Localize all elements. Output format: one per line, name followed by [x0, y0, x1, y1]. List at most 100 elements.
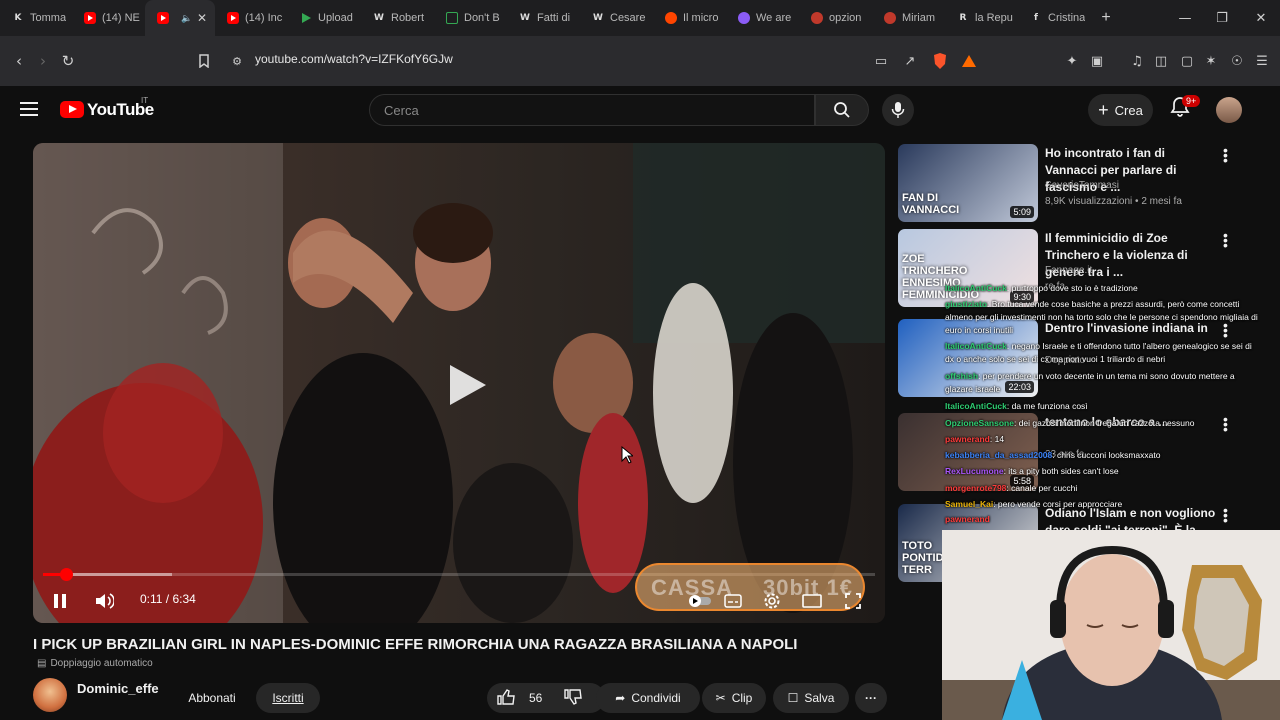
autoplay-toggle[interactable]	[688, 589, 712, 613]
restore-window-icon[interactable]: ❐	[1203, 0, 1241, 36]
close-tab-icon[interactable]: ✕	[197, 11, 207, 25]
browser-toolbar: ‹ › ↻ ⚙ youtube.com/watch?v=IZFKofY6GJw …	[0, 36, 1280, 86]
address-bar-url[interactable]: youtube.com/watch?v=IZFKofY6GJw	[255, 52, 453, 66]
more-options-icon[interactable]: • • •	[1223, 318, 1228, 342]
time-display: 0:11 / 6:34	[140, 592, 196, 606]
theater-mode-icon[interactable]	[800, 589, 824, 613]
browser-menu-icon[interactable]: ☰	[1251, 49, 1273, 73]
chat-username: OpzioneSansone	[945, 418, 1014, 428]
leo-ai-icon[interactable]: ✶	[1200, 49, 1222, 73]
chat-username: offshish	[945, 371, 979, 381]
recommendation-item[interactable]: ZOE TRINCHERO ENNESIMO FEMMINICIDIO 9:30 I…	[898, 228, 1238, 309]
bookmark-icon[interactable]	[192, 49, 216, 73]
recommendation-thumbnail[interactable]: ZOE TRINCHERO ENNESIMO FEMMINICIDIO 9:30	[898, 229, 1038, 307]
like-count: 56	[529, 691, 543, 705]
pause-icon[interactable]	[49, 589, 71, 613]
browser-tab[interactable]: W Cesare	[580, 0, 653, 36]
big-play-icon[interactable]	[442, 361, 490, 409]
chat-text: : canale per cucchi	[1006, 483, 1078, 493]
subscribed-button[interactable]: Iscritti	[256, 683, 320, 713]
channel-avatar[interactable]	[33, 678, 67, 712]
volume-icon[interactable]	[92, 589, 116, 613]
new-tab-button[interactable]: +	[1091, 9, 1121, 27]
minimize-window-icon[interactable]: —	[1166, 0, 1204, 36]
voice-search-button[interactable]	[882, 94, 914, 126]
reddit-favicon-icon	[665, 12, 677, 24]
chat-username: Samuel_Kai	[945, 499, 994, 509]
browser-tab[interactable]: Upload	[288, 0, 361, 36]
chat-text: almeno per gli investimenti non ha torto…	[945, 312, 1258, 322]
share-page-icon[interactable]: ↗	[899, 49, 921, 73]
yt-favicon-icon	[84, 12, 96, 24]
guide-menu-icon[interactable]	[20, 102, 38, 116]
browser-tab[interactable]: (14) Inc	[215, 0, 288, 36]
chat-message: almeno per gli investimenti non ha torto…	[945, 312, 1258, 322]
wallet-icon[interactable]: ▢	[1176, 49, 1198, 73]
youtube-logo-icon[interactable]	[60, 101, 84, 118]
join-button[interactable]: Abbonati	[177, 683, 247, 713]
chat-text: glazare israele	[945, 384, 1001, 394]
channel-name[interactable]: Dominic_effe	[77, 681, 159, 696]
subscribed-label: Iscritti	[272, 691, 304, 705]
dislike-icon[interactable]	[564, 688, 583, 708]
account-avatar[interactable]	[1216, 97, 1242, 123]
browser-tab[interactable]: W Robert	[361, 0, 434, 36]
clip-button[interactable]: ✂ Clip	[702, 683, 766, 713]
recommendation-title[interactable]: Dentro l'invasione indiana in	[1045, 320, 1220, 337]
browser-tab[interactable]: K Tomma	[0, 0, 72, 36]
share-label: Condividi	[631, 691, 681, 705]
share-button[interactable]: ➦ Condividi	[596, 683, 700, 713]
tab-audio-icon[interactable]: 🔈	[181, 13, 192, 24]
recommendation-thumbnail[interactable]: FAN DI VANNACCI 5:09	[898, 144, 1038, 222]
scissors-icon: ✂	[715, 691, 726, 705]
site-settings-icon[interactable]: ⚙	[225, 49, 249, 73]
chat-message: glazare israele	[945, 384, 1000, 394]
picture-in-picture-icon[interactable]: ▭	[870, 49, 892, 73]
fullscreen-icon[interactable]	[841, 589, 865, 613]
browser-tab[interactable]: W Fatti di	[507, 0, 580, 36]
notifications-badge: 9+	[1182, 95, 1201, 107]
recommendation-channel[interactable]: SaverioTommasi	[1045, 180, 1119, 191]
back-icon[interactable]: ‹	[7, 49, 31, 73]
like-icon[interactable]	[497, 688, 515, 708]
save-label: Salva	[804, 691, 835, 705]
chat-message: ItalicoAntiCuck: negano Israele e ti off…	[945, 341, 1252, 351]
vpn-icon[interactable]: ☉	[1226, 49, 1248, 73]
browser-tab[interactable]: 🔈 ✕	[145, 0, 215, 36]
brave-shields-icon[interactable]	[929, 49, 951, 73]
more-actions-icon[interactable]: ···	[855, 683, 887, 713]
save-button[interactable]: ☐ Salva	[773, 683, 849, 713]
tab-title: Fatti di	[537, 12, 571, 24]
sidebar-toggle-icon[interactable]: ◫	[1150, 49, 1172, 73]
extensions-icon[interactable]: ✦	[1061, 49, 1083, 73]
search-button[interactable]	[815, 94, 869, 126]
recommendation-item[interactable]: FAN DI VANNACCI 5:09 Ho incontrato i fan d…	[898, 143, 1238, 224]
recommendation-channel[interactable]: Fanpage.it	[1045, 265, 1092, 276]
chat-username: ItalicoAntiCuck	[945, 401, 1007, 411]
screenshot-icon[interactable]: ▣	[1086, 49, 1108, 73]
browser-tab[interactable]: (14) NE	[72, 0, 145, 36]
more-options-icon[interactable]: • • •	[1223, 503, 1228, 527]
forward-icon[interactable]: ›	[31, 49, 55, 73]
tab-title: la Repu	[975, 12, 1013, 24]
more-options-icon[interactable]: • • •	[1223, 143, 1228, 167]
media-controls-icon[interactable]: ♫	[1126, 49, 1148, 73]
reload-icon[interactable]: ↻	[56, 49, 80, 73]
video-player[interactable]: 0:11 / 6:34 CASSA 30bit 1€	[33, 143, 885, 623]
browser-tab[interactable]: Miriam	[872, 0, 945, 36]
browser-tab[interactable]: Il micro	[653, 0, 726, 36]
browser-tab[interactable]: We are	[726, 0, 799, 36]
create-button[interactable]: + Crea	[1088, 94, 1153, 126]
more-options-icon[interactable]: • • •	[1223, 228, 1228, 252]
chat-username: pawnerand	[945, 434, 990, 444]
browser-tab[interactable]: f Cristina	[1018, 0, 1091, 36]
browser-tab[interactable]: opzion	[799, 0, 872, 36]
settings-gear-icon[interactable]	[760, 589, 784, 613]
subtitles-icon[interactable]	[721, 589, 745, 613]
search-input[interactable]: Cerca	[369, 94, 815, 126]
more-options-icon[interactable]: • • •	[1223, 412, 1228, 436]
browser-tab[interactable]: Don't B	[434, 0, 507, 36]
close-window-icon[interactable]: ✕	[1242, 0, 1280, 36]
brave-rewards-icon[interactable]	[958, 49, 980, 73]
browser-tab[interactable]: Rla Repu	[945, 0, 1018, 36]
